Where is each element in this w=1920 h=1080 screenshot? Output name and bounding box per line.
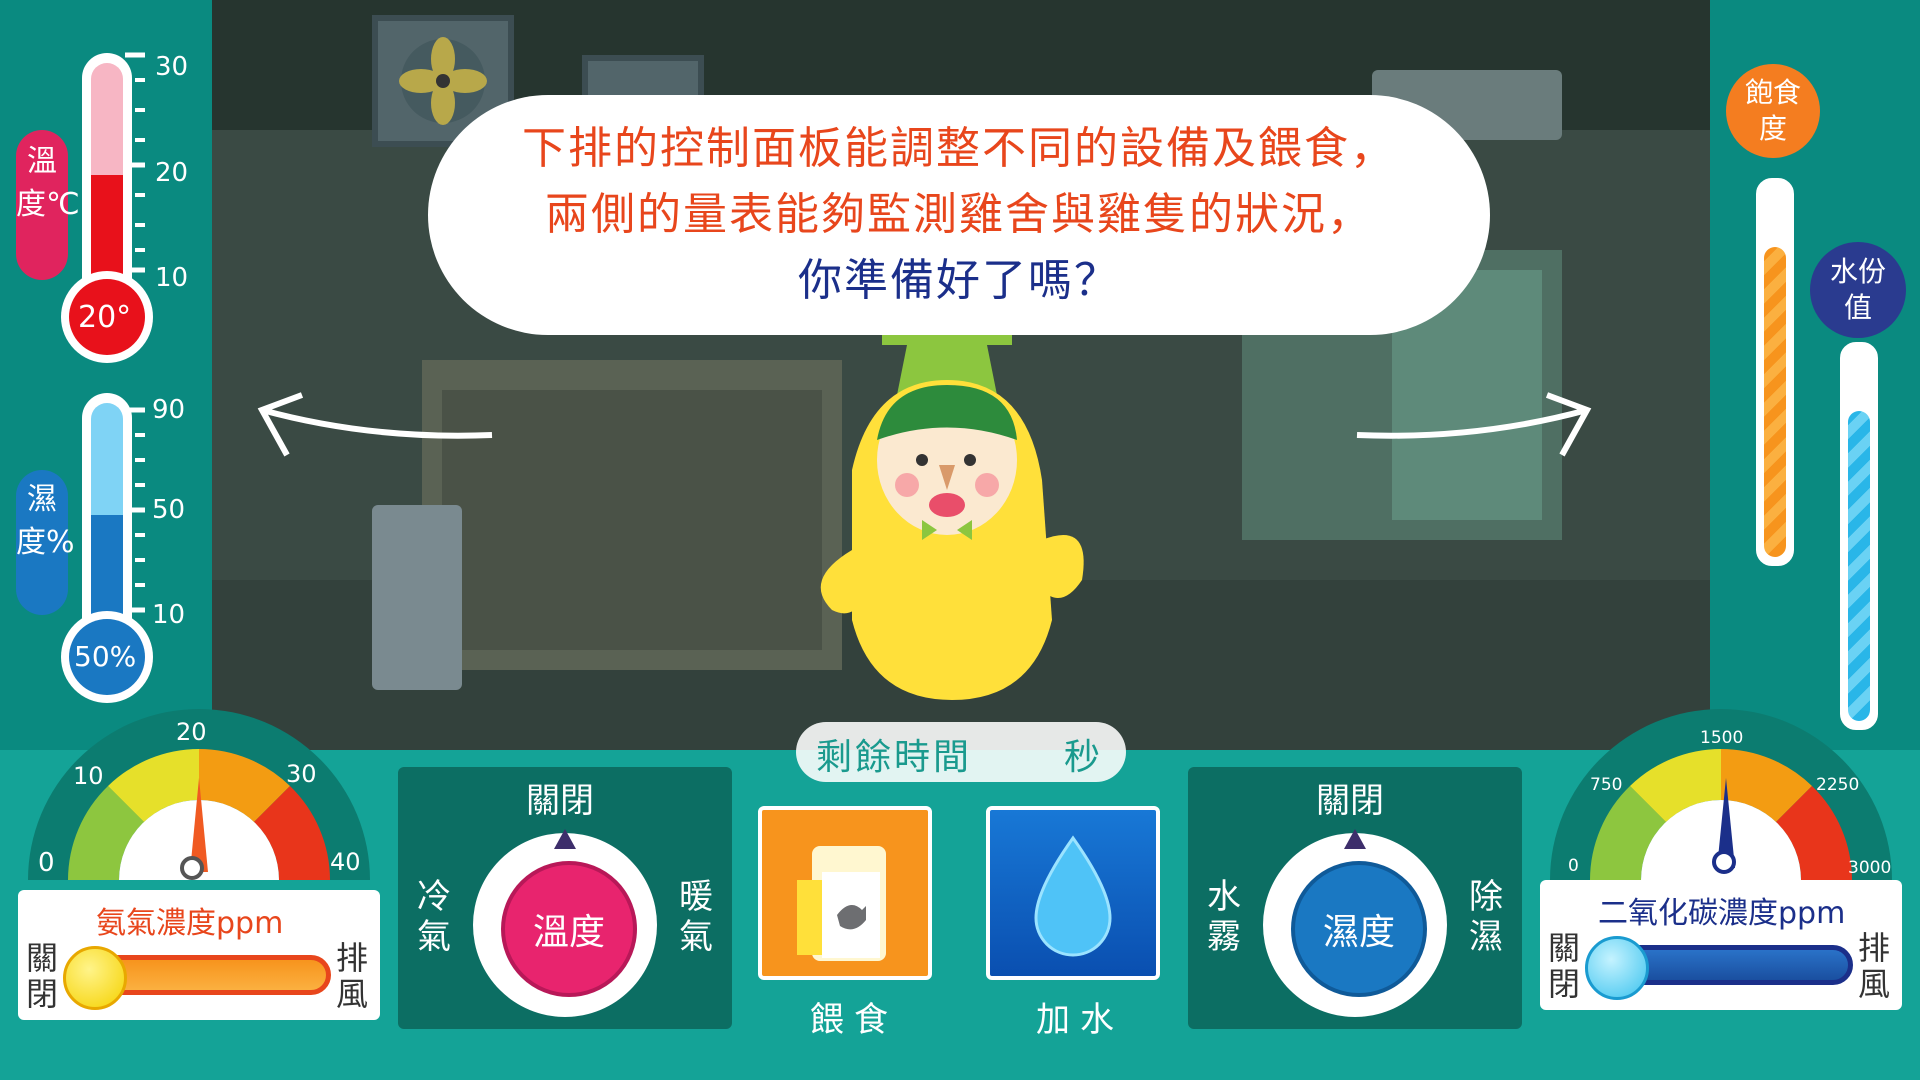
co2-slider-handle[interactable] — [1585, 936, 1649, 1000]
feed-label: 餵食 — [810, 1000, 898, 1040]
temperature-knob[interactable]: 溫度 — [473, 833, 657, 1017]
co2-tick-2250: 2250 — [1816, 775, 1860, 795]
ammonia-gauge: 0 10 20 30 40 氨氣濃度ppm 關閉 排風 — [18, 690, 380, 1020]
water-drop-icon — [1034, 835, 1112, 957]
timer-prefix: 剩餘時間 — [816, 737, 973, 778]
satiety-label: 飽食度 — [1726, 64, 1820, 158]
water-button[interactable] — [986, 806, 1160, 980]
temp-tick-20: 20 — [155, 158, 189, 188]
humidity-knob[interactable]: 濕度 — [1263, 833, 1447, 1017]
humidity-knob-inner[interactable]: 濕度 — [1291, 861, 1427, 997]
ammonia-slider-off-label: 關閉 — [26, 939, 59, 1013]
temp-control-state: 關閉 — [526, 781, 594, 821]
temperature-value: 20° — [78, 300, 132, 335]
speech-line-2: 兩側的量表能夠監測雞舍與雞隻的狀況， — [545, 189, 1373, 240]
humidity-control-panel: 關閉 水霧 除濕 濕度 — [1188, 767, 1522, 1029]
timer-suffix: 秒 — [1064, 737, 1101, 778]
water-fill — [1848, 411, 1870, 721]
co2-tick-3000: 3000 — [1848, 858, 1892, 878]
co2-gauge: 0 750 1500 2250 3000 二氧化碳濃度ppm 關閉 排風 — [1540, 690, 1902, 1020]
temp-tick-10: 10 — [155, 263, 189, 293]
co2-slider-vent-label: 排風 — [1858, 929, 1891, 1003]
humidity-knob-pointer-icon — [1344, 829, 1366, 849]
feed-button[interactable] — [758, 806, 932, 980]
temp-tick-30: 30 — [155, 52, 189, 82]
ammonia-tick-40: 40 — [330, 848, 361, 876]
co2-label: 二氧化碳濃度ppm — [1598, 896, 1846, 931]
dehumidifier — [372, 505, 462, 690]
humid-tick-10: 10 — [152, 600, 186, 630]
co2-tick-0: 0 — [1568, 856, 1579, 876]
humid-control-dehumid-label: 除濕 — [1469, 877, 1503, 957]
right-arrow-icon — [1356, 392, 1592, 457]
left-arrow-icon — [257, 392, 493, 457]
ammonia-slider-handle[interactable] — [63, 946, 127, 1010]
feed-bag-icon — [797, 846, 886, 961]
temp-control-heat-label: 暖氣 — [679, 877, 713, 957]
water-label-text: 加水 — [1036, 1000, 1124, 1040]
ammonia-tick-30: 30 — [286, 760, 317, 788]
humid-control-state: 關閉 — [1316, 781, 1384, 821]
ammonia-tick-10: 10 — [73, 762, 104, 790]
temperature-knob-pointer-icon — [554, 829, 576, 849]
temperature-knob-inner[interactable]: 溫度 — [501, 861, 637, 997]
humid-tick-50: 50 — [152, 495, 186, 525]
banana-mascot — [792, 320, 1122, 740]
co2-tick-1500: 1500 — [1700, 728, 1744, 748]
countdown-timer: 剩餘時間 秒 — [796, 722, 1126, 782]
water-label: 水份值 — [1810, 242, 1906, 338]
temperature-control-panel: 關閉 冷氣 暖氣 溫度 — [398, 767, 732, 1029]
speech-line-1: 下排的控制面板能調整不同的設備及餵食， — [522, 123, 1396, 174]
ammonia-box: 氨氣濃度ppm 關閉 排風 — [18, 890, 380, 1020]
ammonia-slider-vent-label: 排風 — [336, 939, 369, 1013]
satiety-fill — [1764, 247, 1786, 557]
temp-control-cool-label: 冷氣 — [417, 877, 451, 957]
ammonia-tick-20: 20 — [176, 718, 207, 746]
ammonia-label: 氨氣濃度ppm — [96, 906, 284, 941]
water-bar — [1840, 342, 1878, 730]
satiety-bar — [1756, 178, 1794, 566]
speech-bubble: 下排的控制面板能調整不同的設備及餵食， 兩側的量表能夠監測雞舍與雞隻的狀況， 你… — [428, 95, 1490, 335]
co2-slider-off-label: 關閉 — [1548, 929, 1581, 1003]
ammonia-tick-0: 0 — [38, 848, 55, 878]
humid-control-mist-label: 水霧 — [1207, 877, 1241, 957]
humid-tick-90: 90 — [152, 395, 186, 425]
humidity-value: 50% — [74, 640, 137, 673]
co2-box: 二氧化碳濃度ppm 關閉 排風 — [1540, 880, 1902, 1010]
co2-tick-750: 750 — [1590, 775, 1623, 795]
speech-line-3: 你準備好了嗎？ — [798, 255, 1120, 306]
